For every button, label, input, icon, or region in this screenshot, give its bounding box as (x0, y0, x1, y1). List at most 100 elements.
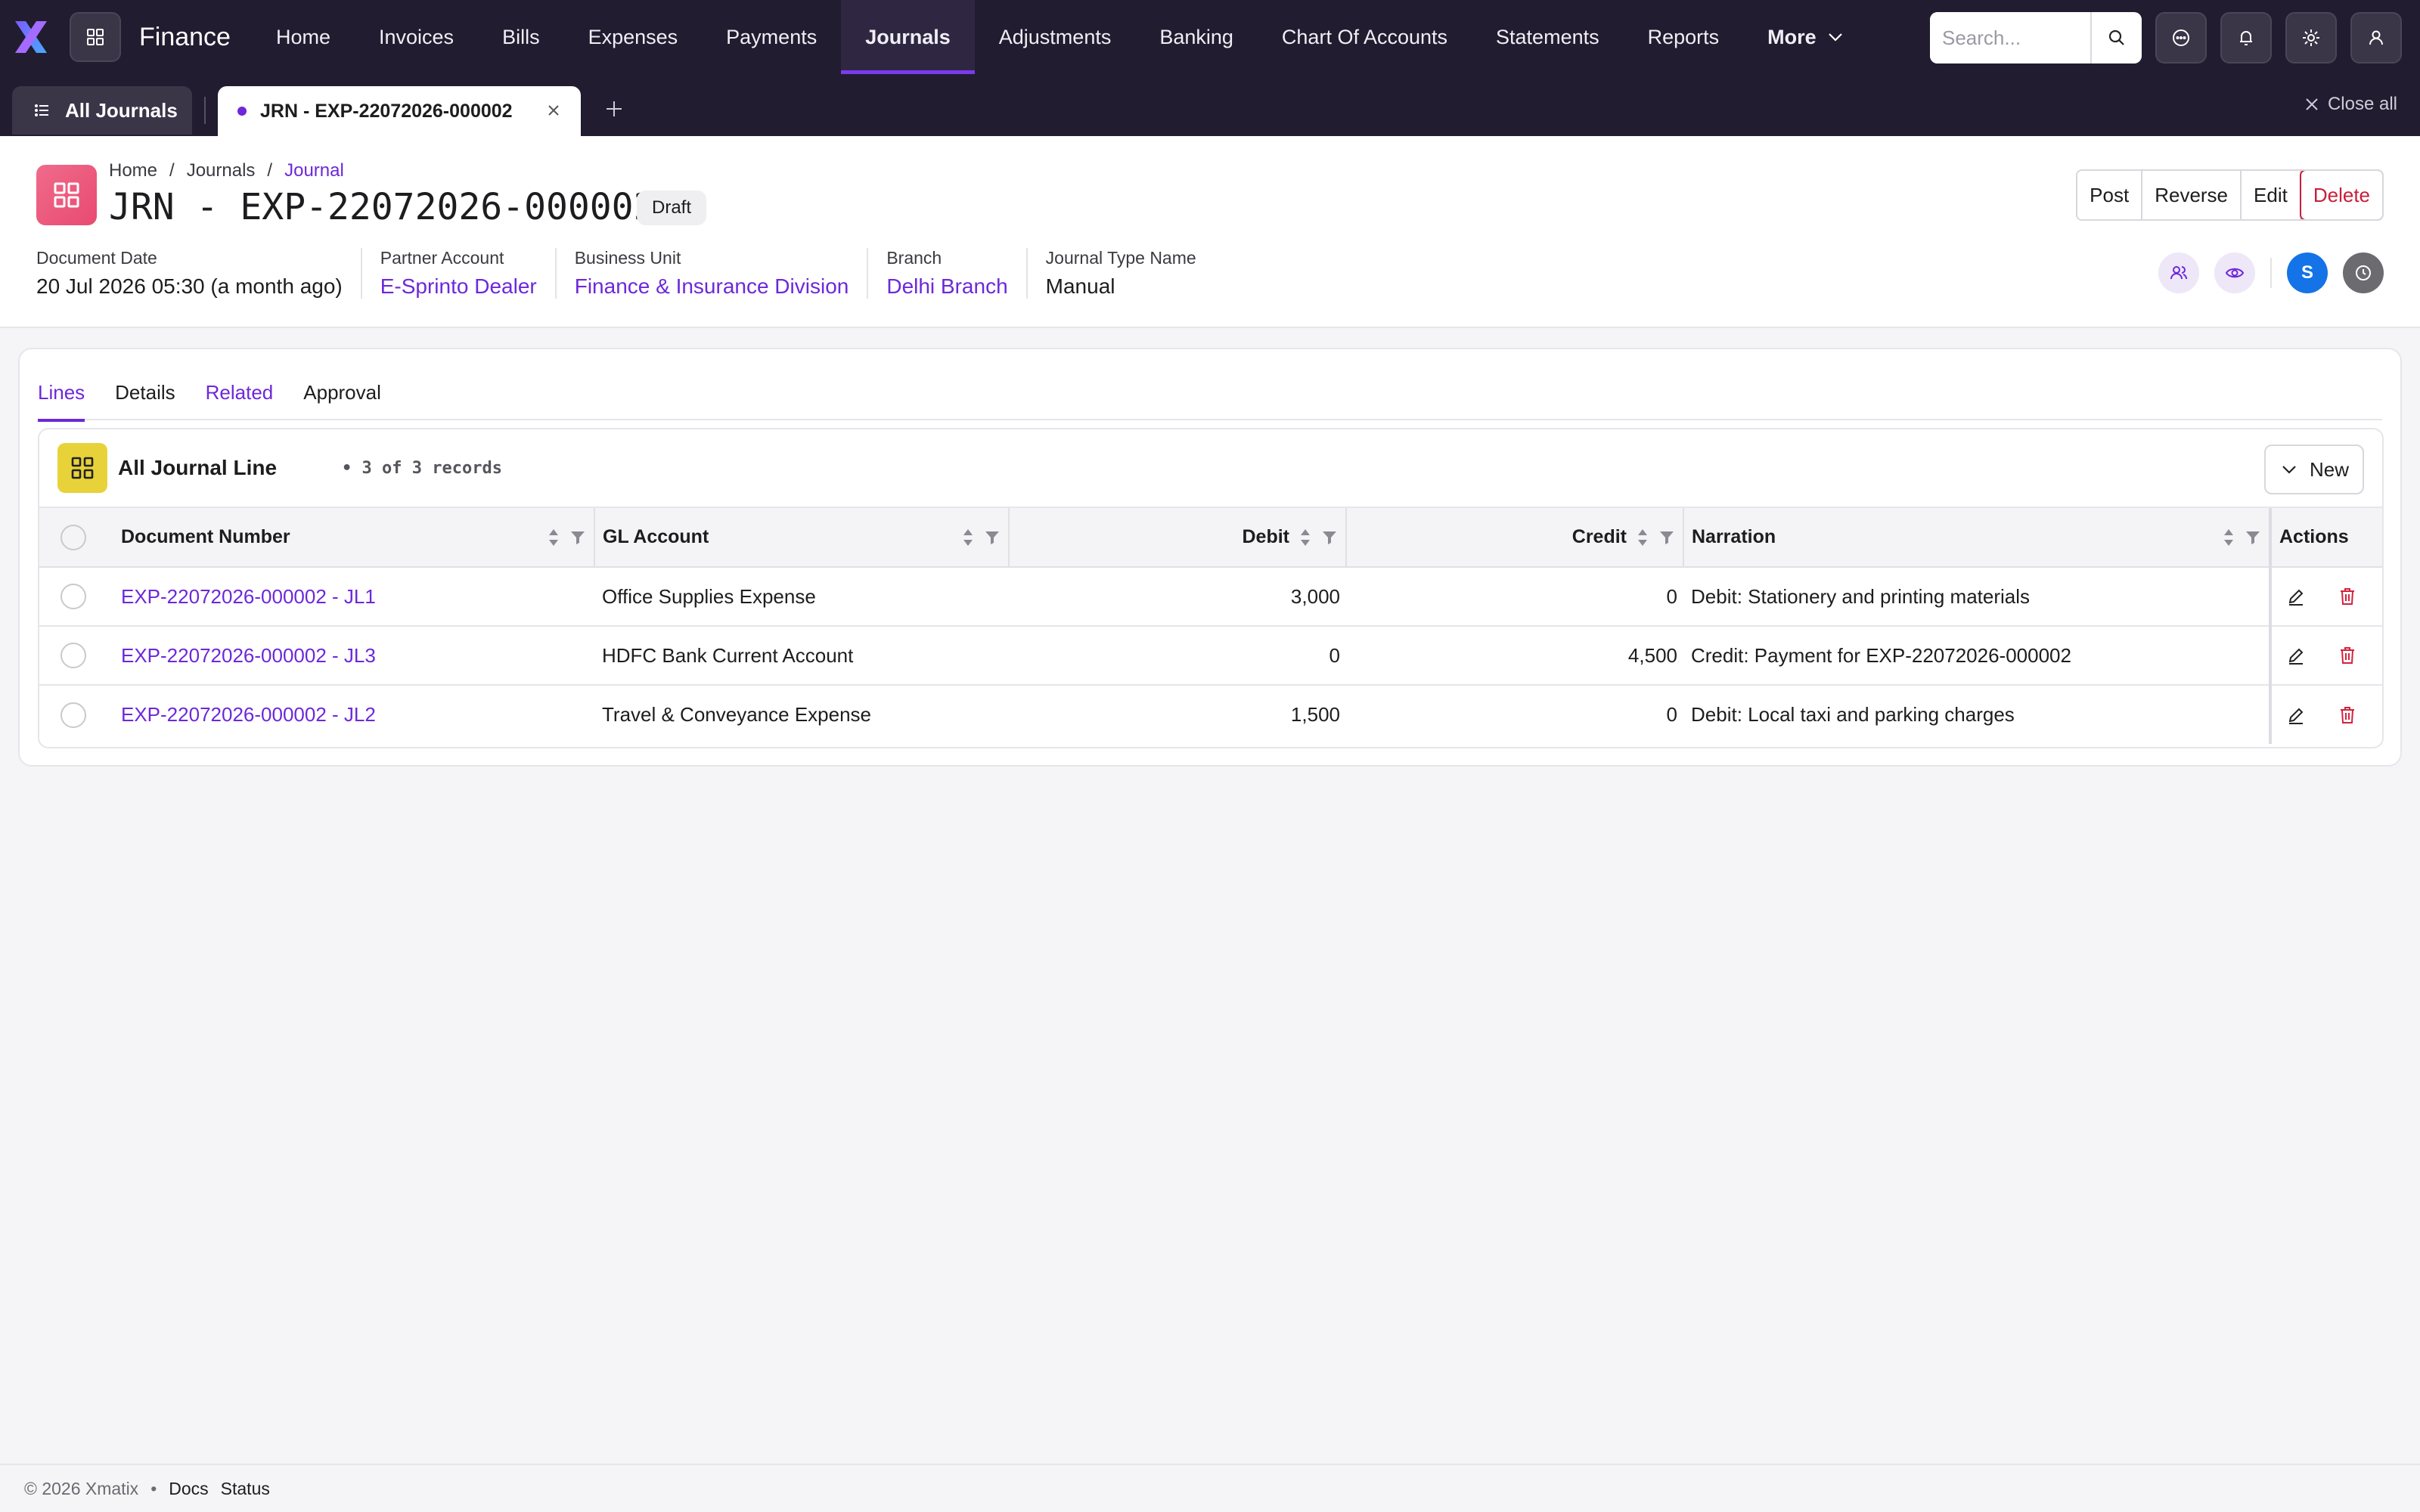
nav-item-invoices[interactable]: Invoices (355, 0, 478, 74)
history-button[interactable] (2343, 253, 2384, 293)
breadcrumb-home[interactable]: Home (109, 160, 157, 181)
post-button[interactable]: Post (2077, 171, 2143, 219)
tab-related[interactable]: Related (206, 364, 274, 420)
status-badge: Draft (637, 191, 707, 225)
app-logo-icon[interactable] (11, 17, 51, 57)
nav-item-banking[interactable]: Banking (1135, 0, 1258, 74)
table-row[interactable]: EXP-22072026-000002 - JL1 Office Supplie… (39, 567, 2382, 627)
users-icon (2170, 266, 2187, 280)
status-link[interactable]: Status (221, 1479, 270, 1499)
nav-item-adjustments[interactable]: Adjustments (975, 0, 1136, 74)
docs-link[interactable]: Docs (169, 1479, 208, 1499)
row-checkbox[interactable] (60, 584, 86, 609)
branch-link[interactable]: Delhi Branch (886, 274, 1007, 299)
app-switcher-button[interactable] (70, 12, 121, 62)
document-number-link[interactable]: EXP-22072026-000002 - JL3 (113, 626, 594, 686)
tab-lines[interactable]: Lines (38, 364, 85, 422)
column-label: Credit (1571, 526, 1627, 547)
tab-approval[interactable]: Approval (303, 364, 381, 420)
business-unit-link[interactable]: Finance & Insurance Division (575, 274, 849, 299)
nav-item-journals[interactable]: Journals (841, 0, 975, 74)
filter-icon[interactable] (2245, 529, 2261, 546)
nav-item-reports[interactable]: Reports (1624, 0, 1744, 74)
sort-icon[interactable] (961, 527, 975, 548)
journal-lines-table: Document Number GL Account Debit Credit … (39, 508, 2382, 744)
row-checkbox[interactable] (60, 643, 86, 668)
reverse-button[interactable]: Reverse (2142, 171, 2242, 219)
column-gl-account[interactable]: GL Account (594, 508, 1010, 568)
column-label: GL Account (603, 526, 709, 547)
column-narration[interactable]: Narration (1683, 508, 2270, 568)
close-icon[interactable] (544, 101, 563, 119)
nav-item-bills[interactable]: Bills (478, 0, 564, 74)
table-row[interactable]: EXP-22072026-000002 - JL3 HDFC Bank Curr… (39, 626, 2382, 686)
filter-icon[interactable] (1321, 529, 1338, 546)
search-input[interactable] (1930, 12, 2090, 64)
column-debit[interactable]: Debit (1009, 508, 1347, 568)
select-all-checkbox[interactable] (60, 524, 86, 550)
trash-icon[interactable] (2337, 586, 2358, 607)
nav-item-payments[interactable]: Payments (702, 0, 841, 74)
watch-button[interactable] (2214, 253, 2255, 293)
row-checkbox[interactable] (60, 702, 86, 728)
edit-icon[interactable] (2285, 645, 2307, 666)
nav-more-menu[interactable]: More (1743, 0, 1869, 74)
edit-icon[interactable] (2285, 586, 2307, 607)
chat-icon (2173, 29, 2189, 46)
trash-icon[interactable] (2337, 645, 2358, 666)
settings-button[interactable] (2285, 12, 2337, 64)
filter-icon[interactable] (1658, 529, 1675, 546)
trash-icon[interactable] (2337, 705, 2358, 726)
meta-label: Branch (886, 248, 942, 268)
nav-item-expenses[interactable]: Expenses (564, 0, 703, 74)
assignees-button[interactable] (2158, 253, 2199, 293)
filter-icon[interactable] (984, 529, 1001, 546)
table-row[interactable]: EXP-22072026-000002 - JL2 Travel & Conve… (39, 685, 2382, 744)
meta-label: Partner Account (380, 248, 504, 268)
search-box (1930, 12, 2142, 64)
notifications-button[interactable] (2220, 12, 2272, 64)
edit-button[interactable]: Edit (2242, 171, 2301, 219)
filter-icon[interactable] (569, 529, 586, 546)
add-tab-icon[interactable] (602, 97, 626, 121)
document-meta: Document Date 20 Jul 2026 05:30 (a month… (36, 248, 1233, 299)
nav-item-statements[interactable]: Statements (1472, 0, 1624, 74)
meta-value: Manual (1045, 274, 1115, 298)
nav-item-home[interactable]: Home (252, 0, 355, 74)
column-actions: Actions (2269, 508, 2382, 568)
avatar[interactable]: S (2287, 253, 2328, 293)
breadcrumb-journals[interactable]: Journals (187, 160, 256, 181)
column-document-number[interactable]: Document Number (113, 508, 595, 568)
debit-cell: 3,000 (1009, 567, 1346, 627)
user-profile-button[interactable] (2350, 12, 2402, 64)
tab-all-journals[interactable]: All Journals (12, 86, 192, 135)
document-tab-bar: All Journals JRN - EXP-22072026-000002 C… (0, 74, 2420, 136)
sub-tabs: Lines Details Related Approval (38, 364, 2382, 422)
content-panel: Lines Details Related Approval All Journ… (18, 348, 2402, 767)
tab-journal-document[interactable]: JRN - EXP-22072026-000002 (218, 86, 581, 136)
partner-account-link[interactable]: E-Sprinto Dealer (380, 274, 537, 299)
new-line-button[interactable]: New (2263, 445, 2364, 494)
close-all-tabs-button[interactable]: Close all (2304, 94, 2397, 115)
tab-all-journals-label: All Journals (65, 98, 178, 122)
grid-icon (87, 29, 104, 45)
document-number-link[interactable]: EXP-22072026-000002 - JL1 (113, 567, 594, 627)
sort-icon[interactable] (547, 527, 560, 548)
document-number-link[interactable]: EXP-22072026-000002 - JL2 (113, 685, 594, 744)
list-icon (35, 104, 48, 116)
meta-business-unit: Business Unit Finance & Insurance Divisi… (575, 248, 869, 299)
sort-icon[interactable] (1298, 527, 1312, 548)
sort-icon[interactable] (1636, 527, 1649, 548)
delete-button[interactable]: Delete (2299, 171, 2383, 219)
sort-icon[interactable] (2222, 527, 2235, 548)
meta-value: 20 Jul 2026 05:30 (a month ago) (36, 274, 343, 298)
meta-label: Journal Type Name (1045, 248, 1196, 268)
nav-item-chart-of-accounts[interactable]: Chart Of Accounts (1258, 0, 1472, 74)
search-button[interactable] (2090, 12, 2142, 64)
meta-document-date: Document Date 20 Jul 2026 05:30 (a month… (36, 248, 362, 299)
debit-cell: 0 (1009, 626, 1346, 686)
column-credit[interactable]: Credit (1346, 508, 1684, 568)
edit-icon[interactable] (2285, 705, 2307, 726)
tab-details[interactable]: Details (115, 364, 175, 420)
chat-button[interactable] (2155, 12, 2207, 64)
